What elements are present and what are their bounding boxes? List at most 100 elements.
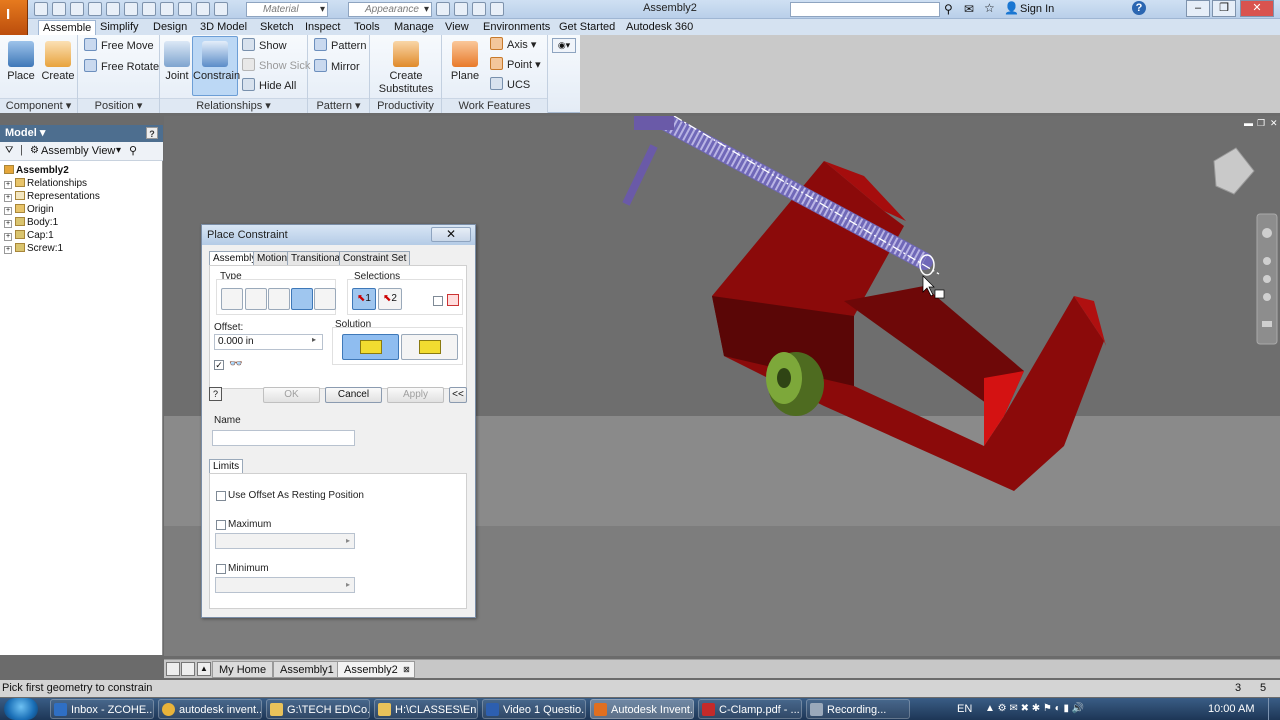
tab-design[interactable]: Design xyxy=(149,20,191,35)
show-button[interactable]: Show xyxy=(242,37,287,55)
application-menu-button[interactable]: I xyxy=(0,0,28,40)
minimum-input[interactable]: ▸ xyxy=(215,577,355,593)
taskbar-pdf[interactable]: C-Clamp.pdf - ... xyxy=(698,699,802,719)
use-offset-checkbox[interactable] xyxy=(216,491,226,501)
dialog-tab-motion[interactable]: Motion xyxy=(253,251,292,266)
minimum-checkbox[interactable] xyxy=(216,564,226,574)
tree-item-cap[interactable]: + Cap:1 xyxy=(4,229,54,242)
maximum-input[interactable]: ▸ xyxy=(215,533,355,549)
tile-windows-icon[interactable] xyxy=(166,662,180,676)
orbit-icon[interactable] xyxy=(1263,293,1271,301)
zoom-icon[interactable] xyxy=(1263,275,1271,283)
viewport-restore-icon[interactable]: ❐ xyxy=(1257,118,1265,128)
expand-icon[interactable]: + xyxy=(4,233,12,241)
taskbar-inventor[interactable]: Autodesk Invent... xyxy=(590,699,694,719)
tangent-constraint-icon[interactable] xyxy=(268,288,290,310)
preview-checkbox[interactable]: ✓ xyxy=(214,360,224,370)
limits-tab[interactable]: Limits xyxy=(209,459,244,474)
tree-item-representations[interactable]: + Representations xyxy=(4,190,100,203)
adjust-icon[interactable] xyxy=(454,2,468,16)
taskbar-chrome[interactable]: autodesk invent... xyxy=(158,699,262,719)
pattern-button[interactable]: Pattern xyxy=(314,37,366,55)
selection-1-button[interactable]: ⬉1 xyxy=(352,288,376,310)
selection-2-button[interactable]: ⬉2 xyxy=(378,288,402,310)
restore-button[interactable]: ❐ xyxy=(1212,0,1236,17)
expand-icon[interactable]: + xyxy=(4,207,12,215)
offset-input[interactable]: 0.000 in xyxy=(214,334,323,350)
viewcube[interactable] xyxy=(1213,147,1255,195)
dialog-tab-transitional[interactable]: Transitional xyxy=(287,251,347,266)
doc-tab-assembly1[interactable]: Assembly1 xyxy=(273,661,341,678)
tab-sketch[interactable]: Sketch xyxy=(256,20,298,35)
doc-tab-my-home[interactable]: My Home xyxy=(212,661,274,678)
dialog-help-icon[interactable]: ? xyxy=(209,387,222,401)
steering-wheel-icon[interactable] xyxy=(1262,228,1272,238)
insert-constraint-icon[interactable] xyxy=(291,288,313,310)
maximum-checkbox[interactable] xyxy=(216,520,226,530)
minimize-button[interactable]: – xyxy=(1186,0,1210,17)
clock[interactable]: 10:00 AM xyxy=(1208,698,1254,720)
redo-icon[interactable] xyxy=(106,2,120,16)
language-indicator[interactable]: EN xyxy=(957,698,972,720)
taskbar-folder-tech-ed[interactable]: G:\TECH ED\Co... xyxy=(266,699,370,719)
clear-appearance-icon[interactable] xyxy=(436,2,450,16)
favorites-icon[interactable]: ☆ xyxy=(984,1,995,15)
filter-icon[interactable]: ⛛ xyxy=(5,145,13,156)
return-icon[interactable] xyxy=(160,2,174,16)
free-move-button[interactable]: Free Move xyxy=(84,37,154,55)
constrain-button[interactable]: Constrain xyxy=(192,36,240,96)
taskbar-outlook[interactable]: Inbox - ZCOHE... xyxy=(50,699,154,719)
undo-icon[interactable] xyxy=(88,2,102,16)
tab-get-started[interactable]: Get Started xyxy=(555,20,619,35)
tab-environments[interactable]: Environments xyxy=(479,20,554,35)
tab-view[interactable]: View xyxy=(441,20,473,35)
open-icon[interactable] xyxy=(52,2,66,16)
fx-icon[interactable] xyxy=(472,2,486,16)
expand-icon[interactable]: + xyxy=(4,194,12,202)
free-rotate-button[interactable]: Free Rotate xyxy=(84,58,159,76)
panel-label-pattern[interactable]: Pattern ▾ xyxy=(308,98,369,113)
select-icon[interactable] xyxy=(142,2,156,16)
cancel-button[interactable]: Cancel xyxy=(325,387,382,403)
ucs-button[interactable]: UCS xyxy=(490,76,530,94)
tab-3d-model[interactable]: 3D Model xyxy=(196,20,251,35)
panel-label-relationships[interactable]: Relationships ▾ xyxy=(160,98,307,113)
view-dropdown-icon[interactable]: ▾ xyxy=(116,145,121,156)
tab-manage[interactable]: Manage xyxy=(390,20,438,35)
ok-button[interactable]: OK xyxy=(263,387,320,403)
expand-icon[interactable]: + xyxy=(4,246,12,254)
measure-icon[interactable] xyxy=(214,2,228,16)
angle-constraint-icon[interactable] xyxy=(245,288,267,310)
dialog-tab-constraint-set[interactable]: Constraint Set xyxy=(339,251,411,266)
tab-menu-icon[interactable]: ▲ xyxy=(197,662,211,676)
show-desktop-button[interactable] xyxy=(1268,698,1280,720)
tree-item-origin[interactable]: + Origin xyxy=(4,203,54,216)
mate-constraint-icon[interactable] xyxy=(221,288,243,310)
taskbar-recording[interactable]: Recording... xyxy=(806,699,910,719)
tab-tools[interactable]: Tools xyxy=(350,20,384,35)
first-occurrence-checkbox[interactable] xyxy=(433,296,443,306)
pick-part-icon[interactable] xyxy=(447,294,459,306)
hide-all-button[interactable]: Hide All xyxy=(242,77,296,95)
expand-icon[interactable]: + xyxy=(4,181,12,189)
tree-item-relationships[interactable]: + Relationships xyxy=(4,177,87,190)
print-icon[interactable] xyxy=(196,2,210,16)
tree-item-assembly2[interactable]: Assembly2 xyxy=(4,164,69,177)
cascade-windows-icon[interactable] xyxy=(181,662,195,676)
tab-simplify[interactable]: Simplify xyxy=(96,20,143,35)
panel-label-position[interactable]: Position ▾ xyxy=(78,98,159,113)
create-button[interactable]: Create xyxy=(40,37,76,83)
taskbar-folder-classes[interactable]: H:\CLASSES\En... xyxy=(374,699,478,719)
doc-tab-assembly2[interactable]: Assembly2 ⊠ xyxy=(337,661,415,678)
joint-button[interactable]: Joint xyxy=(162,37,192,83)
place-button[interactable]: Place xyxy=(4,37,38,83)
point-button[interactable]: Point ▾ xyxy=(490,56,541,74)
expand-icon[interactable]: + xyxy=(4,220,12,228)
tab-inspect[interactable]: Inspect xyxy=(301,20,344,35)
save-icon[interactable] xyxy=(70,2,84,16)
start-button[interactable] xyxy=(4,698,38,720)
customize-icon[interactable] xyxy=(490,2,504,16)
look-at-icon[interactable] xyxy=(1262,321,1272,327)
axis-button[interactable]: Axis ▾ xyxy=(490,36,536,54)
aligned-solution-button[interactable] xyxy=(401,334,458,360)
